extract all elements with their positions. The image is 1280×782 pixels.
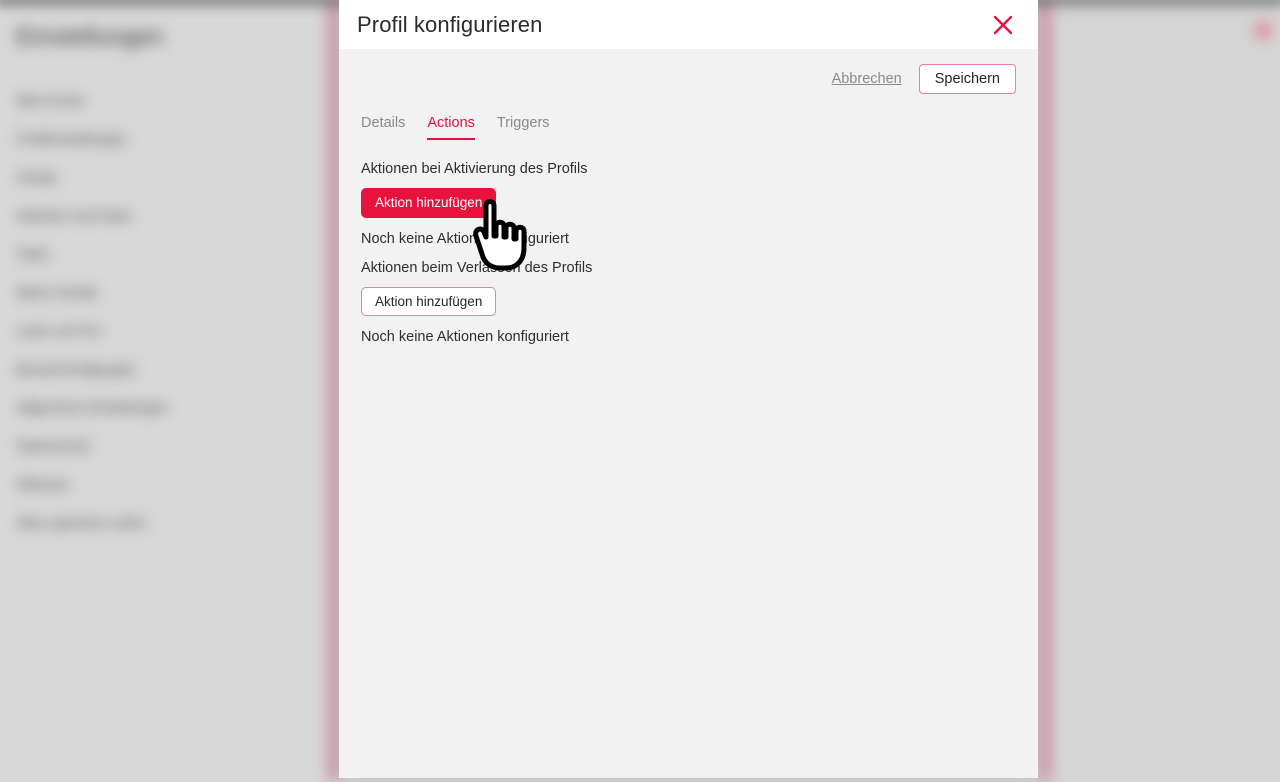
section-activation-button-row: Aktion hinzufügen [356,177,1018,218]
modal-header: Profil konfigurieren [339,0,1038,49]
sidebar-item-laute-ton[interactable]: Laute und Ton [16,312,327,350]
profile-config-modal: Profil konfigurieren Abbrechen Speichern… [339,0,1038,778]
tab-actions[interactable]: Actions [427,115,475,140]
empty-state-leave: Noch keine Aktionen konfiguriert [361,329,569,345]
modal-tabs: Details Actions Triggers [356,115,1018,140]
add-action-button-leave[interactable]: Aktion hinzufügen [361,286,497,316]
modal-body: Abbrechen Speichern Details Actions Trig… [339,49,1038,778]
sidebar-item-webcam[interactable]: Webcam [16,466,327,504]
cancel-button[interactable]: Abbrechen [832,71,902,87]
sidebar-item-allgemeine-einstellungen[interactable]: Allgemeine Einstellungen [16,389,327,427]
sidebar-title: Einstellungen [15,23,165,51]
sidebar-item-video[interactable]: Video [16,235,327,273]
save-button[interactable]: Speichern [918,63,1016,95]
sidebar-item-mein-konto[interactable]: Mein Konto [16,82,327,120]
empty-state-activation: Noch keine Aktionen konfiguriert [361,230,569,247]
sidebar-item-standort-audio[interactable]: Standort und Audio [16,197,327,235]
page-title: Profil konfigurieren [357,11,543,37]
sidebar-item-meine-geraete[interactable]: Meine Geräte [16,274,327,312]
tab-details[interactable]: Details [361,115,405,140]
sidebar-item-profileinstellungen[interactable]: Profileinstellungen [16,120,327,158]
modal-action-bar: Abbrechen Speichern [356,49,1018,97]
settings-sidebar: Einstellungen Mein Konto Profileinstellu… [0,3,327,782]
add-action-button-activation[interactable]: Aktion hinzufügen [361,188,497,218]
close-icon[interactable] [990,12,1016,38]
sidebar-item-geraete[interactable]: Geräte [16,159,327,197]
section-leave-button-row: Aktion hinzufügen [356,276,1018,316]
tab-triggers[interactable]: Triggers [497,115,550,140]
avatar-dot-icon[interactable] [1254,21,1273,40]
sidebar-item-benachrichtigungen[interactable]: Benachrichtigungen [16,351,327,389]
accent-strip-left [326,3,340,782]
sidebar-item-datenschutz[interactable]: Datenschutz [16,427,327,465]
sidebar-item-alles-speichern[interactable]: Alles speichern sofort [16,504,327,542]
accent-strip-right [1039,3,1053,782]
section-label-leave: Aktionen beim Verlassen des Profils [361,259,593,276]
section-label-activation: Aktionen bei Aktivierung des Profils [361,161,588,177]
close-icon-glyph [993,15,1013,34]
